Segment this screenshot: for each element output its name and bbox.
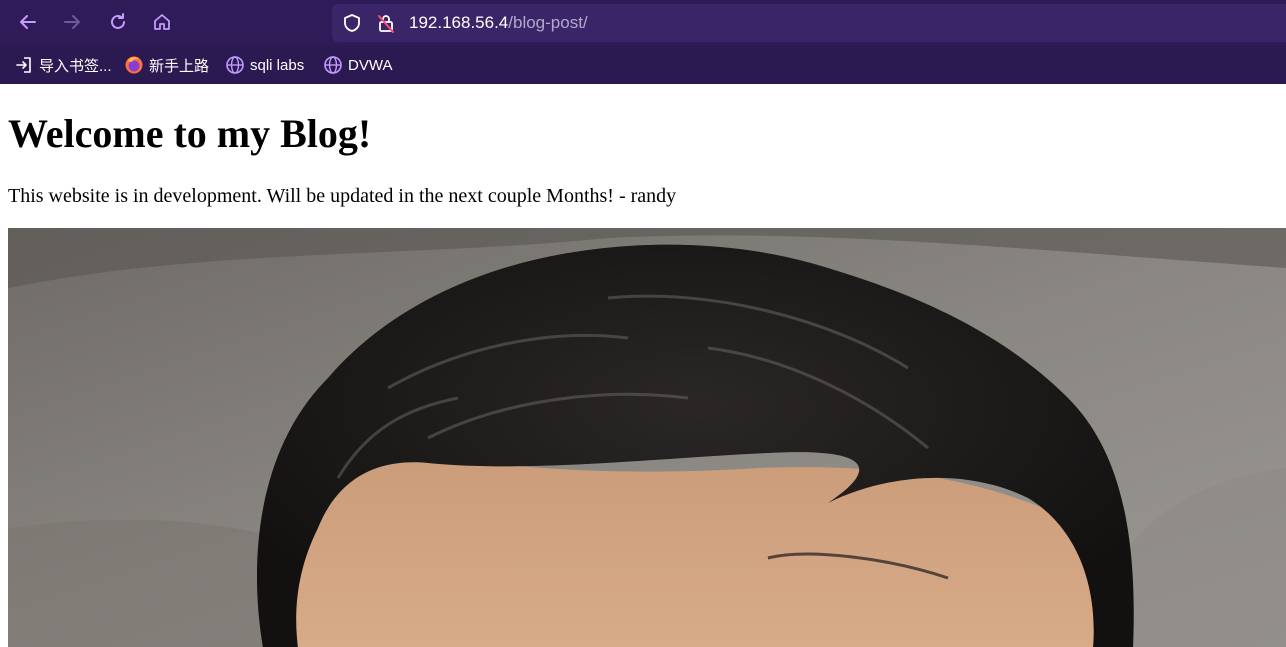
insecure-lock-icon[interactable] — [376, 13, 396, 33]
home-button[interactable] — [146, 6, 178, 38]
globe-icon — [323, 55, 343, 75]
bookmark-sqli-labs[interactable]: sqli labs — [225, 55, 304, 75]
reload-icon — [111, 13, 125, 29]
bookmark-label: sqli labs — [250, 56, 305, 74]
import-bookmarks-icon — [14, 55, 34, 75]
blog-photo — [8, 228, 1286, 647]
bookmark-label: 导入书签... — [39, 57, 112, 75]
portrait-photo-image — [8, 228, 1286, 647]
url-text[interactable]: 192.168.56.4/blog-post/ — [409, 13, 588, 33]
url-host: 192.168.56.4 — [409, 13, 509, 32]
home-icon — [154, 14, 170, 30]
browser-chrome: 192.168.56.4/blog-post/ 导入书签... 新手上路 sql… — [0, 0, 1286, 84]
globe-icon — [225, 55, 245, 75]
reload-button[interactable] — [102, 6, 134, 38]
bookmarks-toolbar: 导入书签... 新手上路 sqli labs DVWA — [0, 45, 1286, 84]
back-arrow-icon — [20, 15, 36, 29]
page-content: Welcome to my Blog! This website is in d… — [0, 84, 1286, 647]
forward-arrow-icon — [64, 15, 80, 29]
bookmark-import[interactable]: 导入书签... — [14, 55, 112, 75]
bookmark-dvwa[interactable]: DVWA — [323, 55, 392, 75]
url-bar[interactable]: 192.168.56.4/blog-post/ — [332, 4, 1286, 42]
bookmark-label: DVWA — [348, 56, 393, 74]
url-path: /blog-post/ — [508, 13, 588, 32]
intro-paragraph: This website is in development. Will be … — [8, 185, 677, 207]
back-button[interactable] — [12, 6, 44, 38]
tracking-protection-shield-icon[interactable] — [342, 13, 362, 33]
page-title: Welcome to my Blog! — [8, 111, 372, 156]
bookmark-getting-started[interactable]: 新手上路 — [124, 55, 209, 75]
navigation-toolbar: 192.168.56.4/blog-post/ — [0, 0, 1286, 45]
firefox-icon — [124, 55, 144, 75]
forward-button[interactable] — [56, 6, 88, 38]
bookmark-label: 新手上路 — [149, 57, 210, 75]
